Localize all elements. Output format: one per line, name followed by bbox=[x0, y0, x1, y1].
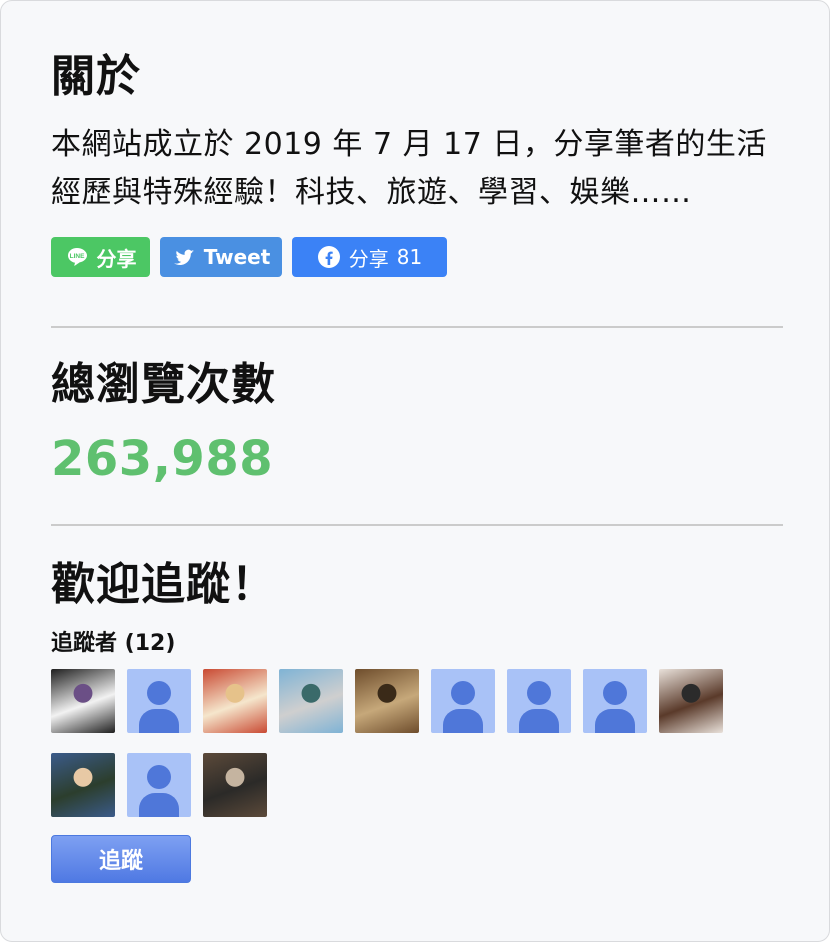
follower-avatar[interactable] bbox=[203, 753, 267, 817]
line-share-button[interactable]: LINE 分享 bbox=[51, 237, 150, 277]
twitter-tweet-label: Tweet bbox=[203, 245, 271, 269]
twitter-tweet-button[interactable]: Tweet bbox=[160, 237, 282, 277]
views-count: 263,988 bbox=[51, 431, 274, 487]
views-section: 總瀏覽次數 263,988 bbox=[51, 357, 783, 487]
default-user-icon-body bbox=[443, 709, 483, 733]
default-user-icon-body bbox=[519, 709, 559, 733]
followers-count-label: 追蹤者 (12) bbox=[51, 631, 176, 656]
default-user-icon-body bbox=[139, 793, 179, 817]
default-user-icon-head bbox=[147, 681, 171, 705]
section-divider-1 bbox=[51, 326, 783, 328]
default-user-icon-head bbox=[451, 681, 475, 705]
follower-avatar[interactable] bbox=[127, 669, 191, 733]
follow-section: 歡迎追蹤！ 追蹤者 (12) 追蹤 bbox=[51, 557, 783, 883]
svg-text:LINE: LINE bbox=[69, 253, 84, 260]
follower-avatar[interactable] bbox=[51, 669, 115, 733]
about-description: 本網站成立於 2019 年 7 月 17 日，分享筆者的生活經歷與特殊經驗！科技… bbox=[51, 127, 767, 210]
follow-button[interactable]: 追蹤 bbox=[51, 835, 191, 883]
default-user-icon-head bbox=[147, 765, 171, 789]
default-user-icon-body bbox=[139, 709, 179, 733]
facebook-share-count: 81 bbox=[396, 245, 423, 269]
default-user-icon-head bbox=[603, 681, 627, 705]
follower-avatars bbox=[51, 669, 783, 817]
about-widget-card: 關於 本網站成立於 2019 年 7 月 17 日，分享筆者的生活經歷與特殊經驗… bbox=[0, 0, 830, 942]
twitter-bird-icon bbox=[172, 245, 196, 269]
follower-avatar[interactable] bbox=[355, 669, 419, 733]
follower-avatar[interactable] bbox=[507, 669, 571, 733]
follow-title: 歡迎追蹤！ bbox=[51, 559, 276, 610]
facebook-share-label: 分享 bbox=[348, 246, 389, 271]
default-user-icon-head bbox=[527, 681, 551, 705]
about-section: 關於 本網站成立於 2019 年 7 月 17 日，分享筆者的生活經歷與特殊經驗… bbox=[51, 49, 783, 277]
follower-avatar[interactable] bbox=[127, 753, 191, 817]
follower-avatar[interactable] bbox=[583, 669, 647, 733]
follower-avatar[interactable] bbox=[659, 669, 723, 733]
facebook-icon bbox=[317, 245, 341, 269]
views-title: 總瀏覽次數 bbox=[51, 359, 276, 410]
default-user-icon-body bbox=[595, 709, 635, 733]
about-title: 關於 bbox=[51, 51, 141, 102]
follower-avatar[interactable] bbox=[279, 669, 343, 733]
facebook-share-button[interactable]: 分享 81 bbox=[292, 237, 447, 277]
follower-avatar[interactable] bbox=[431, 669, 495, 733]
section-divider-2 bbox=[51, 524, 783, 526]
share-buttons: LINE 分享 Tweet 分享 81 bbox=[51, 237, 783, 277]
line-icon: LINE bbox=[65, 245, 89, 269]
follower-avatar[interactable] bbox=[203, 669, 267, 733]
line-share-label: 分享 bbox=[96, 246, 137, 271]
follower-avatar[interactable] bbox=[51, 753, 115, 817]
